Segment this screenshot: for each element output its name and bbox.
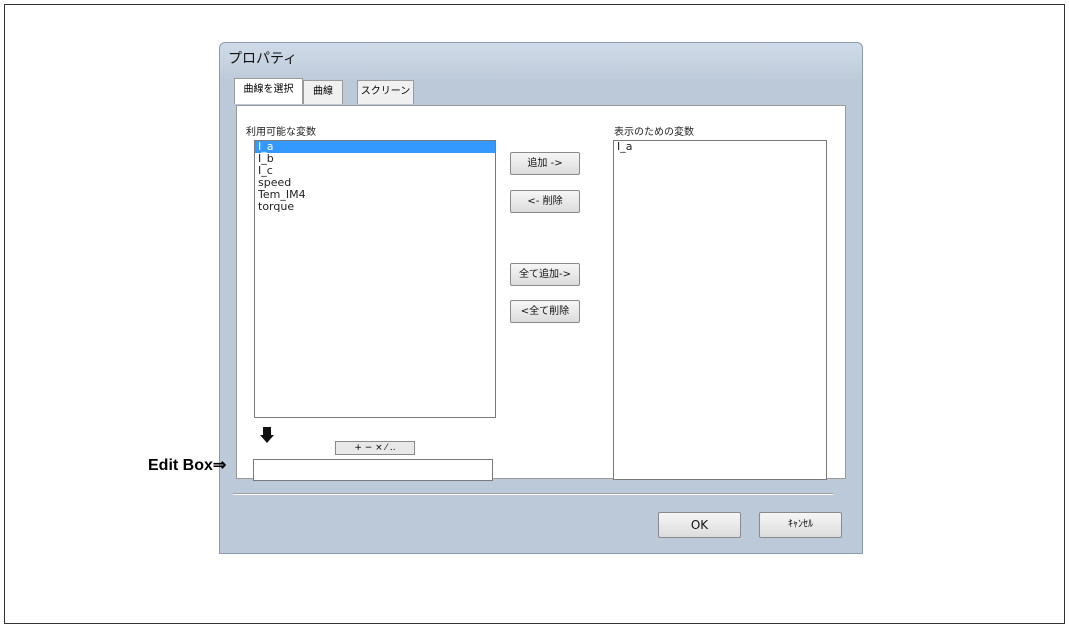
tab-screen[interactable]: スクリーン <box>357 80 414 104</box>
display-variables-label: 表示のための変数 <box>614 127 694 138</box>
dialog-title: プロパティ <box>228 51 298 67</box>
tab-curve[interactable]: 曲線 <box>303 80 343 104</box>
separator <box>233 493 833 495</box>
cancel-button[interactable]: ｷｬﾝｾﾙ <box>759 512 842 538</box>
arrow-down-icon[interactable] <box>260 427 274 443</box>
available-variables-label: 利用可能な変数 <box>246 127 316 138</box>
operator-bar[interactable]: + − × ⁄ .. <box>335 441 415 455</box>
add-all-button[interactable]: 全て追加-> <box>510 263 580 286</box>
available-variable-item[interactable]: torque <box>255 201 495 213</box>
edit-box-input[interactable] <box>253 459 493 481</box>
display-variable-item[interactable]: I_a <box>614 141 826 153</box>
remove-button[interactable]: <- 削除 <box>510 190 580 213</box>
available-variable-item[interactable]: I_c <box>255 165 495 177</box>
remove-all-button[interactable]: <全て削除 <box>510 300 580 323</box>
ok-button[interactable]: OK <box>658 512 741 538</box>
available-variable-item[interactable]: I_b <box>255 153 495 165</box>
add-button[interactable]: 追加 -> <box>510 152 580 175</box>
tab-select-curve[interactable]: 曲線を選択 <box>234 78 303 104</box>
edit-box-annotation: Edit Box⇒ <box>148 457 227 474</box>
available-variable-item[interactable]: I_a <box>255 141 495 153</box>
available-variables-list[interactable]: I_a I_b I_c speed Tem_IM4 torque <box>254 140 496 418</box>
display-variables-list[interactable]: I_a <box>613 140 827 480</box>
